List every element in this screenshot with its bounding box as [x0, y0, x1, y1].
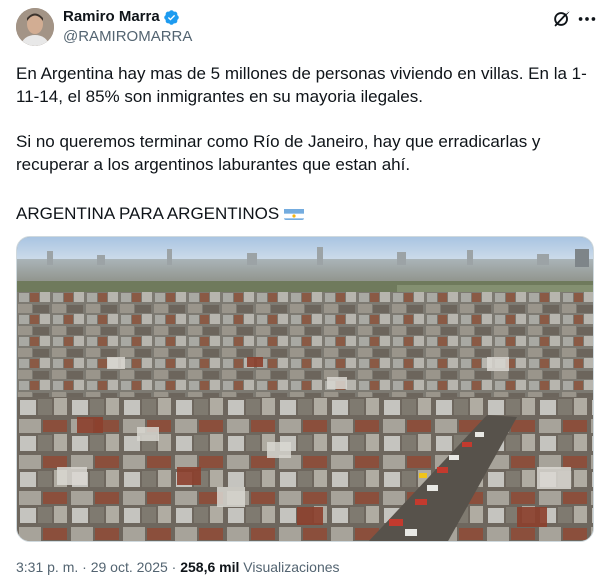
tweet-paragraph-2: Si no queremos terminar como Río de Jane…: [16, 132, 541, 174]
author-handle[interactable]: @RAMIROMARRA: [63, 28, 192, 46]
tweet-media-photo[interactable]: [16, 236, 594, 542]
tweet: Ramiro Marra @RAMIROMARRA En Argentina h…: [0, 0, 610, 581]
tweet-meta: 3:31 p. m. · 29 oct. 2025 · 258,6 mil Vi…: [16, 558, 340, 576]
tweet-paragraph-3: ARGENTINA PARA ARGENTINOS: [16, 202, 594, 225]
views-label: Visualizaciones: [243, 559, 340, 575]
views-count: 258,6 mil: [180, 559, 240, 575]
author-name-row[interactable]: Ramiro Marra: [63, 8, 180, 26]
author-display-name[interactable]: Ramiro Marra: [63, 8, 160, 26]
verified-badge-icon: [163, 9, 180, 26]
tweet-paragraph-1: En Argentina hay mas de 5 millones de pe…: [16, 64, 587, 106]
tweet-time[interactable]: 3:31 p. m.: [16, 559, 78, 575]
meta-separator: ·: [82, 559, 87, 575]
meta-separator: ·: [171, 559, 177, 575]
more-options-icon[interactable]: [576, 8, 598, 30]
tweet-slogan: ARGENTINA PARA ARGENTINOS: [16, 204, 280, 223]
argentina-flag-icon: [284, 206, 305, 220]
settlement-aerial-image: [17, 237, 593, 541]
tweet-date[interactable]: 29 oct. 2025: [91, 559, 168, 575]
avatar-image: [16, 8, 54, 46]
avatar[interactable]: [16, 8, 54, 46]
grok-icon[interactable]: [551, 8, 573, 30]
